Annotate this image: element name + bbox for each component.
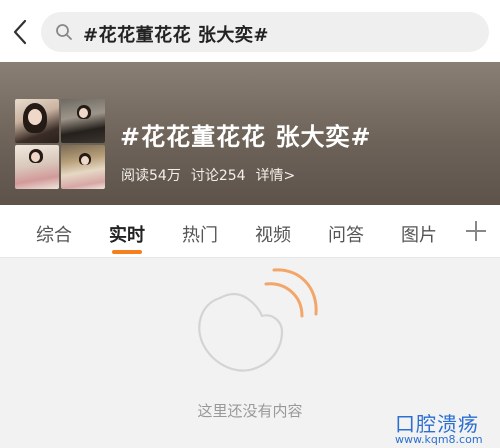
tab-realtime[interactable]: 实时 xyxy=(109,221,145,247)
topic-header: #花花董花花 张大奕# 阅读54万 讨论254 详情> xyxy=(0,62,500,205)
chevron-left-icon xyxy=(13,19,27,45)
topic-cover-collage[interactable] xyxy=(15,99,105,189)
search-query: #花花董花花 张大奕# xyxy=(83,25,269,46)
search-input[interactable]: #花花董花花 张大奕# xyxy=(41,12,489,52)
site-watermark: 口腔溃疡 www.kqm8.com xyxy=(381,408,500,448)
tab-qa[interactable]: 问答 xyxy=(328,221,364,247)
search-icon xyxy=(56,24,72,40)
back-button[interactable] xyxy=(8,18,32,46)
tab-bar: 综合 实时 热门 视频 问答 图片 xyxy=(0,205,500,258)
empty-state-icon xyxy=(198,268,318,372)
details-link[interactable]: 详情> xyxy=(256,165,296,185)
top-bar: #花花董花花 张大奕# xyxy=(0,0,500,62)
cover-photo-2 xyxy=(61,99,105,143)
topic-stats: 阅读54万 讨论254 详情> xyxy=(121,165,295,185)
discussion-count: 讨论254 xyxy=(190,168,246,184)
watermark-url: www.kqm8.com xyxy=(395,433,483,446)
active-tab-indicator xyxy=(112,250,142,254)
read-count: 阅读54万 xyxy=(121,168,181,184)
tab-hot[interactable]: 热门 xyxy=(182,221,218,247)
add-tab-button[interactable] xyxy=(465,220,487,242)
cover-photo-4 xyxy=(61,145,105,189)
tab-comprehensive[interactable]: 综合 xyxy=(36,221,72,247)
tab-images[interactable]: 图片 xyxy=(401,221,437,247)
tab-video[interactable]: 视频 xyxy=(255,221,291,247)
topic-title: #花花董花花 张大奕# xyxy=(120,123,372,151)
cover-photo-1 xyxy=(15,99,59,143)
cover-photo-3 xyxy=(15,145,59,189)
